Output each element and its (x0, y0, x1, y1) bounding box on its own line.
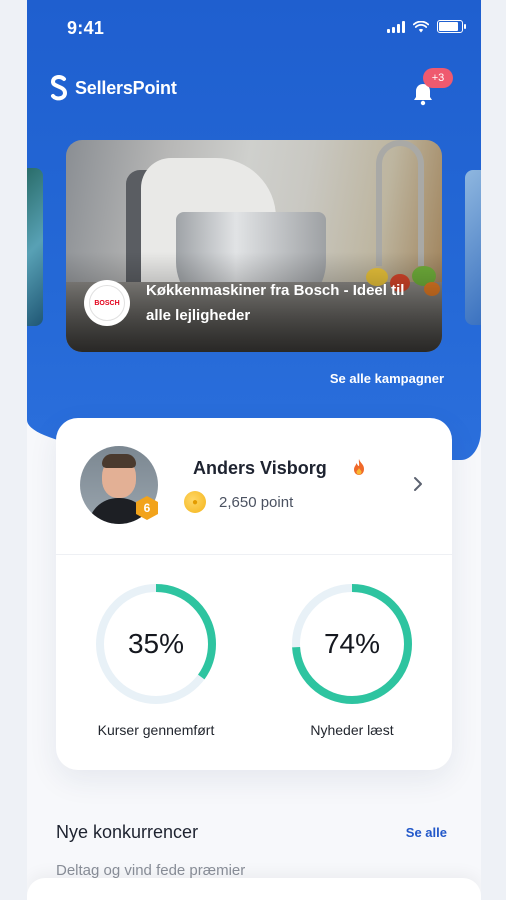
wifi-icon (413, 20, 429, 32)
profile-card: 6 Anders Visborg ● 2,650 point 35% Kurse… (56, 418, 452, 770)
flame-icon (354, 459, 364, 475)
carousel-card-previous[interactable] (27, 168, 43, 326)
competitions-subtitle: Deltag og vind fede præmier (56, 862, 246, 879)
status-time: 9:41 (67, 18, 105, 38)
sellerspoint-logo-icon (50, 75, 68, 101)
chevron-right-icon[interactable] (411, 475, 425, 493)
competitions-title: Nye konkurrencer (56, 822, 199, 842)
news-read-stat[interactable]: 74% Nyheder læst (274, 582, 434, 742)
status-icons (387, 20, 466, 33)
see-all-competitions-link[interactable]: Se alle (406, 825, 447, 840)
battery-icon (437, 20, 466, 33)
coin-icon: ● (184, 491, 206, 513)
points-value: 2,650 point (219, 494, 294, 511)
campaign-title: Køkkenmaskiner fra Bosch - Ideel til all… (146, 282, 405, 324)
courses-label: Kurser gennemført (97, 722, 215, 738)
campaign-card[interactable]: BOSCH Køkkenmaskiner fra Bosch - Ideel t… (66, 140, 442, 352)
news-label: Nyheder læst (310, 722, 394, 738)
campaign-image (376, 140, 424, 266)
app-screen: 9:41 SellersPoint +3 BOSCH Køkkenmaskine… (27, 0, 481, 900)
bosch-logo: BOSCH (84, 280, 130, 326)
notification-badge: +3 (423, 68, 453, 88)
bosch-logo-text: BOSCH (89, 285, 125, 321)
courses-percentage: 35% (127, 628, 185, 659)
brand-logo: SellersPoint (49, 75, 177, 101)
carousel-card-next[interactable] (465, 170, 481, 325)
user-name[interactable]: Anders Visborg (193, 458, 327, 479)
news-percentage: 74% (323, 628, 381, 659)
courses-completed-stat[interactable]: 35% Kurser gennemført (78, 582, 238, 742)
brand-name: SellersPoint (75, 77, 177, 98)
hero-header: 9:41 SellersPoint +3 BOSCH Køkkenmaskine… (27, 0, 481, 460)
bottom-navigation (27, 878, 481, 900)
status-bar: 9:41 (27, 0, 481, 56)
signal-icon (387, 20, 405, 33)
avatar[interactable]: 6 (80, 446, 158, 524)
divider (56, 554, 452, 555)
see-all-campaigns-link[interactable]: Se alle kampagner (330, 371, 444, 386)
